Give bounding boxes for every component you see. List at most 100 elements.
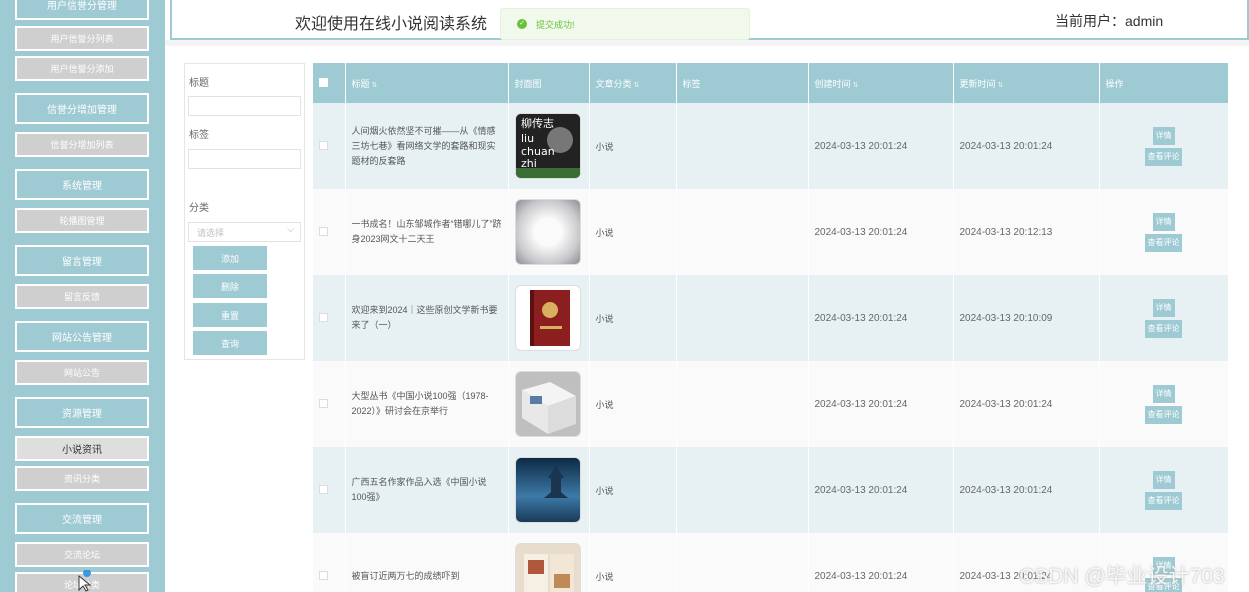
row-category: 小说 — [589, 361, 677, 447]
col-updated[interactable]: 更新时间 ⇅ — [953, 63, 1100, 103]
category-select[interactable]: 请选择 ⌵ — [188, 222, 301, 242]
row-checkbox[interactable] — [319, 570, 328, 580]
sidebar: 用户信誉分管理 用户信誉分列表 用户信誉分添加 信誉分增加管理 信誉分增加列表 … — [0, 0, 165, 592]
header-divider — [165, 40, 1249, 46]
reset-button[interactable]: 重置 — [193, 303, 267, 327]
row-category: 小说 — [589, 103, 677, 189]
row-created: 2024-03-13 20:01:24 — [808, 447, 954, 533]
row-tags — [676, 361, 809, 447]
row-category: 小说 — [589, 533, 677, 592]
watermark: CSDN @毕业设计703 — [1019, 565, 1225, 588]
nav-communication-management[interactable]: 交流管理 — [15, 503, 149, 534]
cover-en1-text: liu — [521, 132, 534, 145]
cover-image: 柳传志 liu chuan zhi — [514, 113, 581, 179]
view-comments-button[interactable]: 查看评论 — [1145, 319, 1182, 338]
nav-message-management[interactable]: 留言管理 — [15, 245, 149, 276]
row-title: 大型丛书《中国小说100强（1978-2022）》研讨会在京举行 — [345, 361, 509, 447]
sort-icon[interactable]: ⇅ — [372, 82, 378, 89]
col-category[interactable]: 文章分类 ⇅ — [589, 63, 677, 103]
row-created: 2024-03-13 20:01:24 — [808, 361, 954, 447]
table-row: 大型丛书《中国小说100强（1978-2022）》研讨会在京举行 小说 2024… — [313, 361, 1228, 447]
row-category: 小说 — [589, 189, 677, 275]
row-created: 2024-03-13 20:01:24 — [808, 103, 954, 189]
view-comments-button[interactable]: 查看评论 — [1145, 233, 1182, 252]
pagoda-icon — [543, 466, 568, 498]
detail-button[interactable]: 详情 — [1152, 126, 1175, 145]
row-checkbox[interactable] — [319, 226, 328, 236]
toast-message: 提交成功! — [536, 19, 575, 30]
nav-message-feedback[interactable]: 留言反馈 — [15, 284, 149, 309]
nav-credit-add[interactable]: 用户信誉分添加 — [15, 56, 149, 81]
col-title[interactable]: 标题 ⇅ — [345, 63, 509, 103]
row-tags — [676, 103, 809, 189]
detail-button[interactable]: 详情 — [1152, 298, 1175, 317]
magazine-icon — [523, 554, 574, 592]
tag-input[interactable] — [188, 149, 301, 169]
red-book-icon — [529, 290, 570, 346]
view-comments-button[interactable]: 查看评论 — [1145, 405, 1182, 424]
table-row: 广西五名作家作品入选《中国小说100强》 小说 2024-03-13 20:01… — [313, 447, 1228, 533]
nav-novel-news[interactable]: 小说资讯 — [15, 436, 149, 461]
cover-image — [514, 285, 581, 351]
delete-button[interactable]: 删除 — [193, 274, 267, 298]
title-input[interactable] — [188, 96, 301, 116]
nav-forum[interactable]: 交流论坛 — [15, 542, 149, 567]
nav-credit-increase-management[interactable]: 信誉分增加管理 — [15, 93, 149, 124]
detail-button[interactable]: 详情 — [1152, 470, 1175, 489]
select-all-checkbox[interactable] — [319, 77, 328, 87]
sort-icon[interactable]: ⇅ — [853, 82, 859, 89]
current-user: 当前用户：admin — [1055, 13, 1164, 29]
row-created: 2024-03-13 20:01:24 — [808, 189, 954, 275]
sort-icon[interactable]: ⇅ — [634, 82, 640, 89]
row-checkbox[interactable] — [319, 140, 328, 150]
category-label: 分类 — [189, 203, 209, 214]
news-table: 标题 ⇅ 封面图 文章分类 ⇅ 标签 创建时间 ⇅ 更新时间 ⇅ 操作 人间烟火依然坚不… — [313, 63, 1228, 592]
view-comments-button[interactable]: 查看评论 — [1145, 147, 1182, 166]
row-title: 广西五名作家作品入选《中国小说100强》 — [345, 447, 509, 533]
nav-credit-management[interactable]: 用户信誉分管理 — [15, 0, 149, 20]
sort-icon[interactable]: ⇅ — [998, 82, 1004, 89]
query-button[interactable]: 查询 — [193, 331, 267, 355]
success-check-icon: ✓ — [517, 19, 527, 29]
row-title: 被盲订近两万七的成绩吓到 — [345, 533, 509, 592]
add-button[interactable]: 添加 — [193, 246, 267, 270]
nav-carousel-management[interactable]: 轮播图管理 — [15, 208, 149, 233]
cover-image — [514, 543, 581, 592]
table-row: 人间烟火依然坚不可摧——从《情感三坊七巷》看网络文学的套路和现实题材的反套路 柳… — [313, 103, 1228, 189]
table-row: 一书成名！山东邹城作者“错哪儿了”跻身2023网文十二天王 小说 2024-03… — [313, 189, 1228, 275]
row-checkbox[interactable] — [319, 398, 328, 408]
cover-image — [514, 199, 581, 265]
chevron-down-icon: ⌵ — [287, 224, 294, 234]
row-checkbox[interactable] — [319, 312, 328, 322]
nav-announcement[interactable]: 网站公告 — [15, 360, 149, 385]
col-tags: 标签 — [676, 63, 809, 103]
cover-cn-text: 柳传志 — [521, 116, 554, 130]
col-created[interactable]: 创建时间 ⇅ — [808, 63, 954, 103]
category-placeholder: 请选择 — [197, 228, 225, 238]
search-panel: 标题 标签 分类 请选择 ⌵ 添加 删除 重置 查询 — [184, 63, 305, 360]
nav-system-management[interactable]: 系统管理 — [15, 169, 149, 200]
row-category: 小说 — [589, 275, 677, 361]
book-cover-icon: 柳传志 liu chuan zhi — [515, 114, 580, 178]
nav-news-category[interactable]: 资讯分类 — [15, 466, 149, 491]
view-comments-button[interactable]: 查看评论 — [1145, 491, 1182, 510]
row-checkbox[interactable] — [319, 484, 328, 494]
nav-resource-management[interactable]: 资源管理 — [15, 397, 149, 428]
col-actions: 操作 — [1099, 63, 1228, 103]
detail-button[interactable]: 详情 — [1152, 384, 1175, 403]
nav-credit-increase-list[interactable]: 信誉分增加列表 — [15, 132, 149, 157]
row-created: 2024-03-13 20:01:24 — [808, 275, 954, 361]
row-updated: 2024-03-13 20:10:09 — [953, 275, 1100, 361]
row-title: 一书成名！山东邹城作者“错哪儿了”跻身2023网文十二天王 — [345, 189, 509, 275]
nav-announcement-management[interactable]: 网站公告管理 — [15, 321, 149, 352]
open-book-icon — [521, 382, 576, 434]
detail-button[interactable]: 详情 — [1152, 212, 1175, 231]
row-category: 小说 — [589, 447, 677, 533]
row-title: 欢迎来到2024｜这些原创文学新书要来了（一） — [345, 275, 509, 361]
cover-image — [514, 457, 581, 523]
row-updated: 2024-03-13 20:12:13 — [953, 189, 1100, 275]
table-row: 欢迎来到2024｜这些原创文学新书要来了（一） 小说 2024-03-13 20… — [313, 275, 1228, 361]
nav-credit-list[interactable]: 用户信誉分列表 — [15, 26, 149, 51]
row-title: 人间烟火依然坚不可摧——从《情感三坊七巷》看网络文学的套路和现实题材的反套路 — [345, 103, 509, 189]
success-toast: ✓ 提交成功! — [500, 8, 750, 40]
